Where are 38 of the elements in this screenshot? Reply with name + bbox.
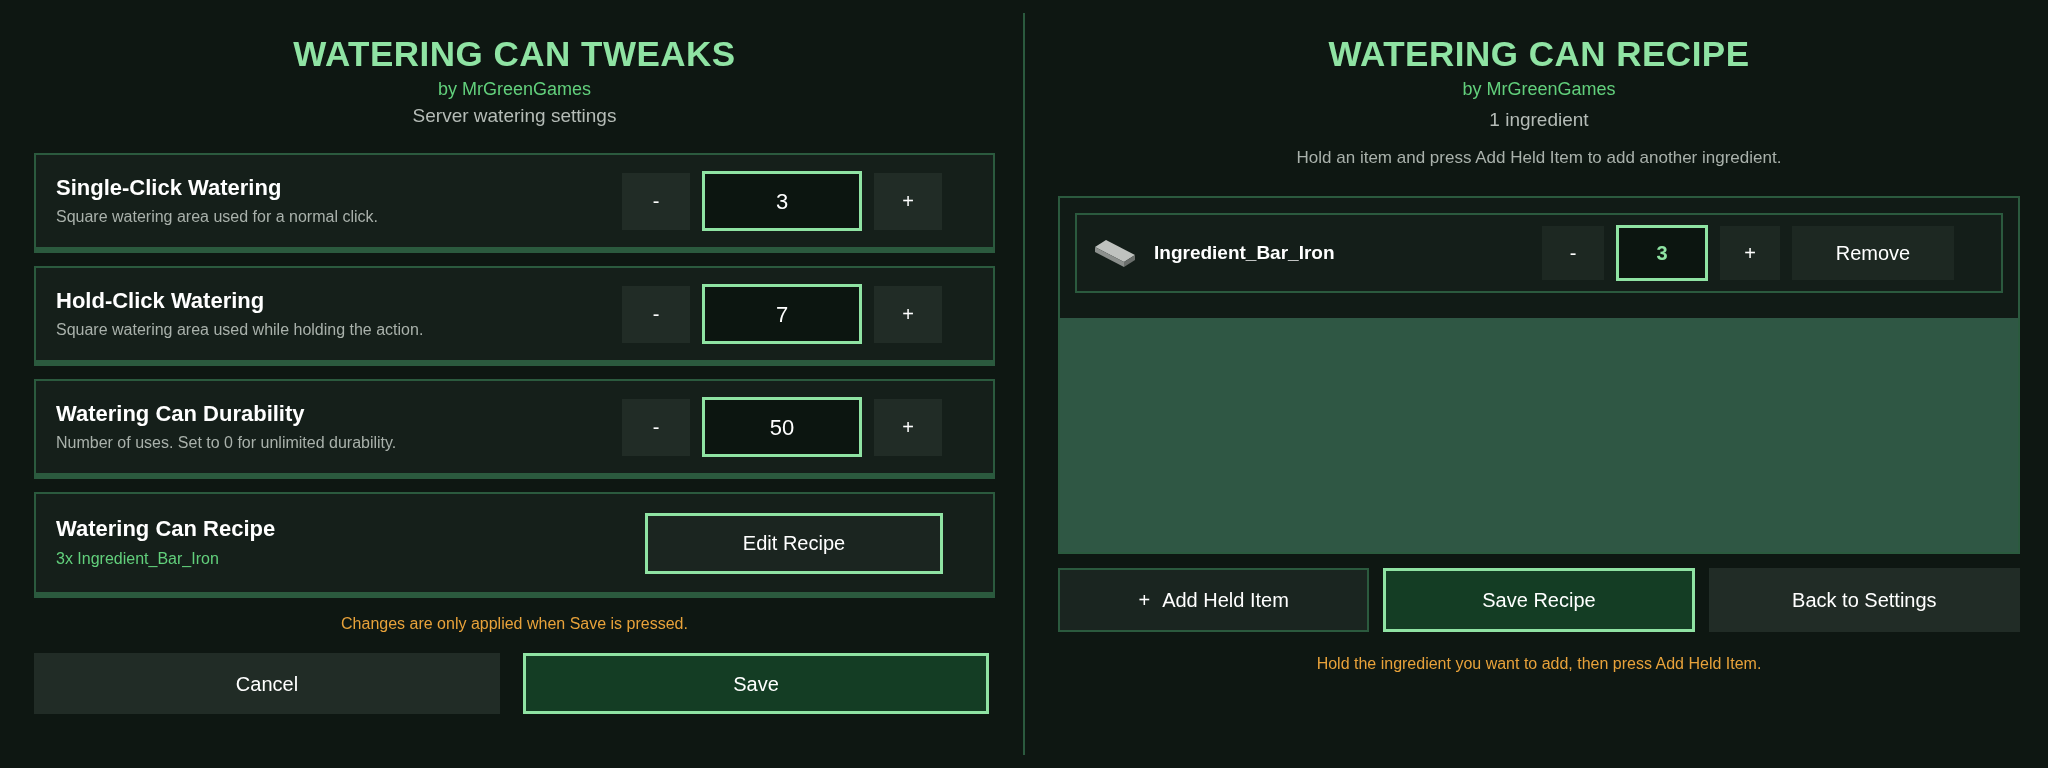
decrement-button[interactable]: - [622, 172, 690, 230]
remove-button[interactable]: Remove [1792, 226, 1954, 280]
increment-button[interactable]: + [874, 172, 942, 230]
ingredient-name: Ingredient_Bar_Iron [1154, 240, 1335, 265]
setting-title: Watering Can Durability [56, 400, 306, 427]
setting-title: Hold-Click Watering [56, 287, 266, 314]
setting-description: Square watering area used while holding the action. [56, 319, 424, 340]
save-recipe-button[interactable]: Save Recipe [1383, 568, 1695, 632]
setting-title: Watering Can Recipe [56, 516, 276, 542]
edit-recipe-button[interactable]: Edit Recipe [645, 512, 943, 574]
increment-button[interactable]: + [874, 285, 942, 343]
save-notice: Changes are only applied when Save is pressed. [341, 614, 688, 634]
setting-description: Number of uses. Set to 0 for unlimited durability. [56, 432, 397, 453]
author-credit: by MrGreenGames [437, 78, 591, 101]
setting-title: Single-Click Watering [56, 174, 283, 201]
ingredient-count: 1 ingredient [1489, 108, 1589, 132]
panel-title: WATERING CAN RECIPE [1328, 34, 1750, 74]
increment-button[interactable]: + [874, 398, 942, 456]
increment-button[interactable]: + [1720, 226, 1780, 280]
recipe-summary: 3x Ingredient_Bar_Iron [56, 549, 220, 569]
decrement-button[interactable]: - [622, 398, 690, 456]
value-field[interactable]: 50 [702, 397, 862, 457]
panel-title: WATERING CAN TWEAKS [293, 34, 736, 74]
back-button[interactable]: Back to Settings [1708, 568, 2020, 632]
save-button[interactable]: Save [523, 653, 989, 714]
value-field[interactable]: 3 [702, 171, 862, 231]
cancel-button[interactable]: Cancel [34, 653, 500, 714]
instructions-text: Hold an item and press Add Held Item to add another ingredient. [1296, 147, 1782, 169]
quantity-field[interactable]: 3 [1616, 225, 1708, 281]
decrement-button[interactable]: - [622, 285, 690, 343]
author-credit: by MrGreenGames [1462, 78, 1616, 101]
setting-description: Square watering area used for a normal click. [56, 206, 378, 227]
hint-text: Hold the ingredient you want to add, then press Add Held Item. [1316, 654, 1762, 674]
metal-bar-icon [1094, 239, 1136, 267]
decrement-button[interactable]: - [1542, 226, 1604, 280]
add-held-item-button[interactable]: + Add Held Item [1058, 568, 1370, 632]
value-field[interactable]: 7 [702, 284, 862, 344]
panel-subtitle: Server watering settings [412, 104, 617, 128]
